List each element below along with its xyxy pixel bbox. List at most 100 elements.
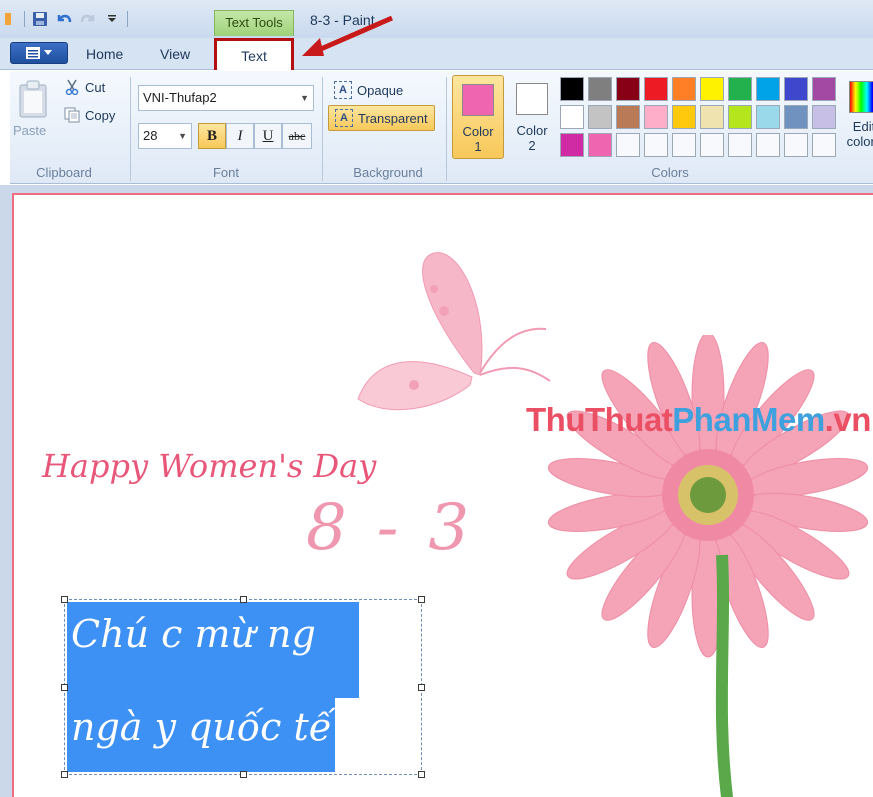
tab-view[interactable]: View bbox=[160, 46, 190, 62]
edit-colors-label-2: colors bbox=[846, 134, 873, 149]
palette-swatch[interactable] bbox=[728, 77, 752, 101]
palette-row bbox=[560, 133, 838, 157]
palette-swatch[interactable] bbox=[784, 77, 808, 101]
undo-icon[interactable] bbox=[55, 10, 73, 28]
palette-swatch[interactable] bbox=[616, 105, 640, 129]
clipboard-group-label: Clipboard bbox=[36, 165, 92, 180]
color-2-label: Color bbox=[516, 123, 548, 138]
resize-handle-sw[interactable] bbox=[61, 771, 68, 778]
color-1-button[interactable]: Color 1 bbox=[452, 75, 504, 159]
palette-swatch[interactable] bbox=[812, 77, 836, 101]
quick-access-toolbar bbox=[0, 10, 128, 28]
canvas-workspace: ThuThuatPhanMem.vn Happy Women's Day 8-3… bbox=[0, 185, 873, 797]
watermark-part-3: .vn bbox=[824, 401, 872, 438]
text-tools-context-label: Text Tools bbox=[214, 10, 294, 36]
font-family-dropdown[interactable]: VNI-Thufap2 ▼ bbox=[138, 85, 314, 111]
edit-colors-label: Edit bbox=[852, 119, 873, 134]
group-divider bbox=[446, 77, 447, 181]
palette-swatch[interactable] bbox=[728, 133, 752, 157]
palette-swatch[interactable] bbox=[812, 105, 836, 129]
colors-group-label: Colors bbox=[651, 165, 689, 180]
scissors-icon bbox=[65, 79, 79, 95]
palette-swatch[interactable] bbox=[672, 133, 696, 157]
resize-handle-e[interactable] bbox=[418, 684, 425, 691]
palette-swatch[interactable] bbox=[588, 77, 612, 101]
copy-label: Copy bbox=[85, 107, 116, 123]
text-box-line-1[interactable]: Chú c mừ ng bbox=[67, 602, 359, 698]
edit-colors-button[interactable]: Edit colors bbox=[844, 75, 873, 159]
opaque-icon: A bbox=[334, 81, 352, 99]
palette-swatch[interactable] bbox=[756, 105, 780, 129]
palette-swatch[interactable] bbox=[784, 133, 808, 157]
title-bar: Text Tools 8-3 - Paint bbox=[0, 0, 873, 38]
palette-swatch[interactable] bbox=[560, 77, 584, 101]
bold-button[interactable]: B bbox=[198, 123, 226, 149]
palette-swatch[interactable] bbox=[700, 105, 724, 129]
resize-handle-n[interactable] bbox=[240, 596, 247, 603]
chevron-down-icon bbox=[44, 50, 52, 55]
palette-swatch[interactable] bbox=[588, 105, 612, 129]
paint-menu-button[interactable] bbox=[10, 42, 68, 64]
palette-swatch[interactable] bbox=[700, 77, 724, 101]
copy-button[interactable]: Copy bbox=[64, 107, 115, 123]
palette-swatch[interactable] bbox=[700, 133, 724, 157]
palette-swatch[interactable] bbox=[560, 105, 584, 129]
paint-app-icon[interactable] bbox=[0, 10, 18, 28]
group-divider bbox=[130, 77, 131, 181]
underline-button[interactable]: U bbox=[254, 123, 282, 149]
palette-row bbox=[560, 105, 838, 129]
resize-handle-w[interactable] bbox=[61, 684, 68, 691]
palette-swatch[interactable] bbox=[672, 77, 696, 101]
tab-text[interactable]: Text bbox=[214, 38, 294, 74]
resize-handle-nw[interactable] bbox=[61, 596, 68, 603]
chevron-down-icon: ▼ bbox=[300, 93, 309, 103]
ribbon-panel: Paste Cut Copy Clipboard VNI-Thufap2 ▼ 2… bbox=[10, 70, 873, 184]
palette-swatch[interactable] bbox=[728, 105, 752, 129]
palette-swatch[interactable] bbox=[644, 133, 668, 157]
font-group-label: Font bbox=[212, 165, 239, 180]
cut-button[interactable]: Cut bbox=[64, 79, 105, 95]
transparent-label: Transparent bbox=[358, 110, 428, 126]
cut-label: Cut bbox=[85, 79, 106, 95]
font-family-value: VNI-Thufap2 bbox=[143, 90, 217, 105]
palette-swatch[interactable] bbox=[784, 105, 808, 129]
edit-colors-icon bbox=[849, 81, 873, 113]
save-icon[interactable] bbox=[31, 10, 49, 28]
transparent-button[interactable]: A Transparent bbox=[328, 105, 435, 131]
palette-swatch[interactable] bbox=[812, 133, 836, 157]
text-box-selection[interactable]: Chú c mừ ng ngà y quốc tế bbox=[61, 596, 425, 778]
palette-swatch[interactable] bbox=[672, 105, 696, 129]
palette-swatch[interactable] bbox=[588, 133, 612, 157]
resize-handle-s[interactable] bbox=[240, 771, 247, 778]
ribbon-tabs: Home View bbox=[0, 38, 873, 70]
butterfly-image bbox=[357, 252, 551, 411]
resize-handle-ne[interactable] bbox=[418, 596, 425, 603]
group-divider bbox=[322, 77, 323, 181]
menu-icon bbox=[26, 47, 40, 59]
color-2-button[interactable]: Color 2 bbox=[510, 75, 554, 159]
redo-icon[interactable] bbox=[79, 10, 97, 28]
font-size-dropdown[interactable]: 28 ▼ bbox=[138, 123, 192, 149]
opaque-label: Opaque bbox=[357, 82, 404, 98]
greeting-text: Happy Women's Day bbox=[42, 447, 377, 485]
customize-qat-icon[interactable] bbox=[103, 10, 121, 28]
opaque-button[interactable]: A Opaque bbox=[330, 79, 407, 101]
tab-home[interactable]: Home bbox=[86, 46, 123, 62]
palette-swatch[interactable] bbox=[756, 77, 780, 101]
palette-swatch[interactable] bbox=[616, 133, 640, 157]
font-size-value: 28 bbox=[143, 128, 158, 143]
watermark-part-1: ThuThuat bbox=[526, 401, 673, 438]
clipboard-icon bbox=[19, 80, 47, 118]
color-1-number: 1 bbox=[474, 139, 482, 154]
palette-swatch[interactable] bbox=[616, 77, 640, 101]
drawing-canvas[interactable]: ThuThuatPhanMem.vn Happy Women's Day 8-3… bbox=[12, 193, 873, 797]
strikethrough-button[interactable]: abc bbox=[282, 123, 312, 149]
italic-button[interactable]: I bbox=[226, 123, 254, 149]
text-box-line-2[interactable]: ngà y quốc tế bbox=[67, 698, 335, 772]
palette-swatch[interactable] bbox=[560, 133, 584, 157]
palette-swatch[interactable] bbox=[756, 133, 780, 157]
palette-swatch[interactable] bbox=[644, 77, 668, 101]
resize-handle-se[interactable] bbox=[418, 771, 425, 778]
palette-swatch[interactable] bbox=[644, 105, 668, 129]
copy-icon bbox=[64, 107, 80, 123]
